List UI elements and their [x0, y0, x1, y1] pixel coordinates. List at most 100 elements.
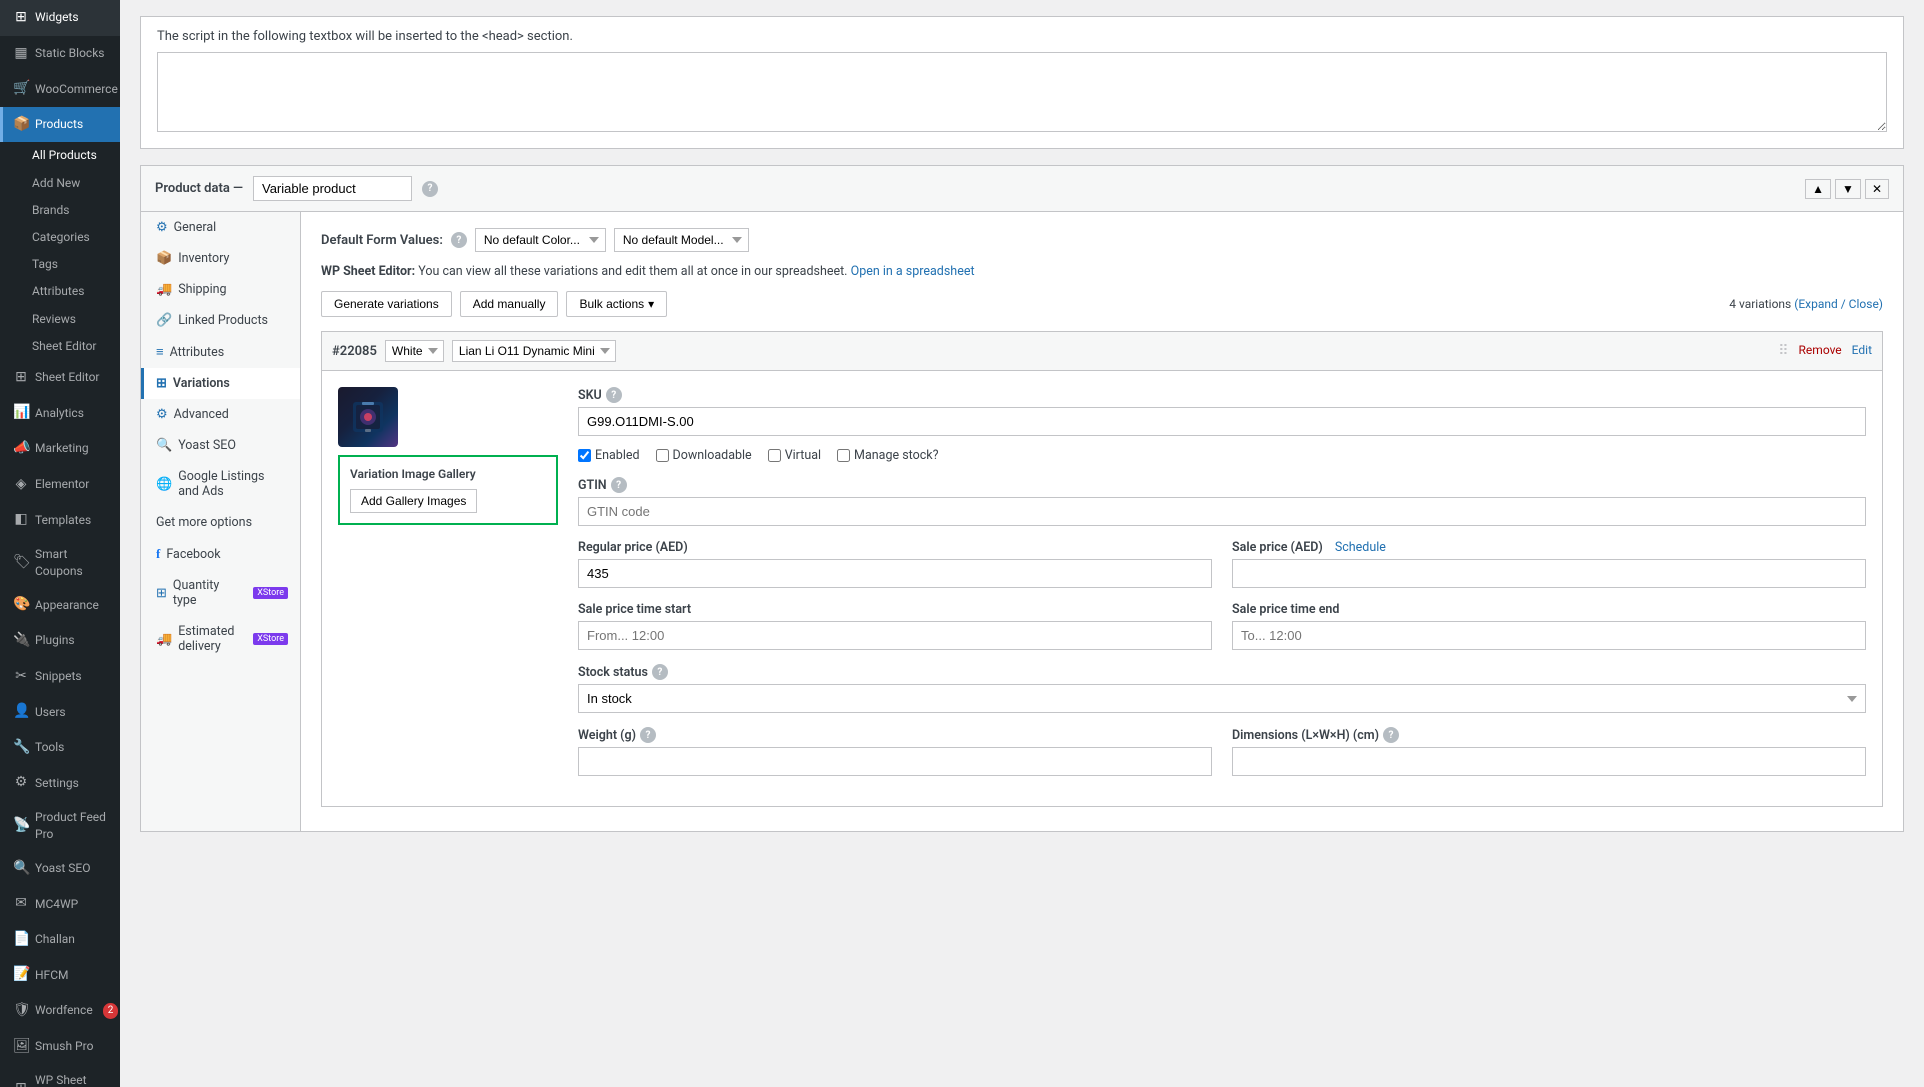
- collapse-up-button[interactable]: ▲: [1805, 179, 1831, 199]
- variation-image[interactable]: [338, 387, 398, 447]
- sidebar-item-plugins[interactable]: 🔌 Plugins: [0, 623, 120, 659]
- add-manually-button[interactable]: Add manually: [460, 291, 559, 317]
- tab-estimated-delivery[interactable]: 🚚 Estimated delivery XStore: [141, 616, 300, 662]
- sidebar-item-elementor[interactable]: ◈ Elementor: [0, 467, 120, 503]
- sidebar-item-product-feed-pro[interactable]: 📡 Product Feed Pro: [0, 801, 120, 851]
- script-textarea[interactable]: [157, 52, 1887, 132]
- collapse-buttons: ▲ ▼ ✕: [1805, 179, 1889, 199]
- close-button[interactable]: ✕: [1865, 179, 1889, 199]
- enabled-checkbox[interactable]: [578, 449, 591, 462]
- variation-remove-link[interactable]: Remove: [1799, 343, 1842, 359]
- regular-price-input[interactable]: [578, 559, 1212, 588]
- open-spreadsheet-link[interactable]: Open in a spreadsheet: [851, 264, 975, 279]
- weight-dimensions-row: Weight (g) ? Dimensions (L×W×H) (cm): [578, 727, 1866, 776]
- sale-end-input[interactable]: [1232, 621, 1866, 650]
- sidebar-item-smart-coupons[interactable]: 🏷 Smart Coupons: [0, 538, 120, 588]
- tab-yoast-seo[interactable]: 🔍 Yoast SEO: [141, 430, 300, 461]
- sidebar-item-static-blocks[interactable]: ▦ Static Blocks: [0, 36, 120, 72]
- add-gallery-images-button[interactable]: Add Gallery Images: [350, 489, 477, 513]
- regular-price-label: Regular price (AED): [578, 540, 1212, 555]
- sidebar-item-wordfence[interactable]: 🛡 Wordfence 2: [0, 993, 120, 1029]
- sidebar-item-products[interactable]: 📦 Products: [0, 107, 120, 143]
- variation-row: #22085 White Lian Li O11 Dynamic Mini ⠿ …: [321, 331, 1883, 807]
- dimensions-help-icon[interactable]: ?: [1383, 727, 1399, 743]
- sidebar-item-wp-sheet-editor[interactable]: ⊞ WP Sheet Editor: [0, 1064, 120, 1087]
- sidebar-item-widgets[interactable]: ⊞ Widgets: [0, 0, 120, 36]
- manage-stock-checkbox-label[interactable]: Manage stock?: [837, 448, 939, 463]
- tab-quantity-type[interactable]: ⊞ Quantity type XStore: [141, 570, 300, 616]
- stock-status-select[interactable]: In stock Out of stock On backorder: [578, 684, 1866, 713]
- sidebar-sub-categories[interactable]: Categories: [0, 224, 120, 251]
- sidebar-item-yoast-seo[interactable]: 🔍 Yoast SEO: [0, 851, 120, 887]
- tab-linked-products[interactable]: 🔗 Linked Products: [141, 305, 300, 336]
- sidebar-item-hfcm[interactable]: 📝 HFCM: [0, 957, 120, 993]
- sidebar-item-snippets[interactable]: ✂ Snippets: [0, 659, 120, 695]
- bulk-actions-button[interactable]: Bulk actions ▾: [566, 291, 667, 317]
- variation-model-select[interactable]: Lian Li O11 Dynamic Mini: [452, 340, 616, 362]
- tab-variations[interactable]: ⊞ Variations: [141, 368, 300, 399]
- sidebar-sub-attributes[interactable]: Attributes: [0, 278, 120, 305]
- sku-help-icon[interactable]: ?: [606, 387, 622, 403]
- expand-close-link[interactable]: (Expand / Close): [1794, 297, 1883, 311]
- downloadable-checkbox-label[interactable]: Downloadable: [656, 448, 752, 463]
- default-form-help-icon[interactable]: ?: [451, 232, 467, 248]
- sidebar-item-templates[interactable]: ◧ Templates: [0, 502, 120, 538]
- sidebar-item-appearance[interactable]: 🎨 Appearance: [0, 587, 120, 623]
- color-default-select[interactable]: No default Color...: [475, 228, 606, 252]
- drag-handle-icon: ⠿: [1778, 343, 1788, 359]
- sidebar-item-marketing[interactable]: 📣 Marketing: [0, 431, 120, 467]
- smart-coupons-icon: 🏷: [13, 553, 29, 573]
- tab-google-listings[interactable]: 🌐 Google Listings and Ads: [141, 461, 300, 507]
- sidebar-item-analytics[interactable]: 📊 Analytics: [0, 395, 120, 431]
- tab-attributes[interactable]: ≡ Attributes: [141, 336, 300, 368]
- tab-get-more-options[interactable]: Get more options: [141, 507, 300, 538]
- manage-stock-checkbox[interactable]: [837, 449, 850, 462]
- script-notice-text: The script in the following textbox will…: [157, 29, 1887, 44]
- tab-inventory[interactable]: 📦 Inventory: [141, 243, 300, 274]
- sale-start-input[interactable]: [578, 621, 1212, 650]
- variation-header: #22085 White Lian Li O11 Dynamic Mini ⠿ …: [322, 332, 1882, 371]
- sidebar-sub-all-products[interactable]: All Products: [0, 142, 120, 169]
- tab-general[interactable]: ⚙ General: [141, 212, 300, 243]
- sidebar-sub-brands[interactable]: Brands: [0, 197, 120, 224]
- sidebar-item-woocommerce[interactable]: 🛒 WooCommerce: [0, 71, 120, 107]
- variation-edit-link[interactable]: Edit: [1852, 343, 1872, 359]
- product-type-select[interactable]: Variable product Simple product Grouped …: [253, 176, 412, 201]
- sidebar-item-challan[interactable]: 📄 Challan: [0, 922, 120, 958]
- variations-tab-icon: ⊞: [156, 376, 167, 391]
- schedule-link[interactable]: Schedule: [1335, 540, 1386, 555]
- downloadable-checkbox[interactable]: [656, 449, 669, 462]
- weight-input[interactable]: [578, 747, 1212, 776]
- shipping-tab-icon: 🚚: [156, 282, 172, 297]
- generate-variations-button[interactable]: Generate variations: [321, 291, 452, 317]
- sidebar-sub-sheet-editor[interactable]: Sheet Editor: [0, 333, 120, 360]
- gtin-help-icon[interactable]: ?: [611, 477, 627, 493]
- virtual-checkbox-label[interactable]: Virtual: [768, 448, 821, 463]
- virtual-checkbox[interactable]: [768, 449, 781, 462]
- variation-color-select[interactable]: White: [385, 340, 444, 362]
- sidebar-item-smush-pro[interactable]: 🖼 Smush Pro: [0, 1029, 120, 1065]
- sku-input[interactable]: [578, 407, 1866, 436]
- tab-shipping[interactable]: 🚚 Shipping: [141, 274, 300, 305]
- wp-sheet-editor-icon: ⊞: [13, 1079, 29, 1087]
- sidebar-sub-add-new[interactable]: Add New: [0, 170, 120, 197]
- sidebar-sub-tags[interactable]: Tags: [0, 251, 120, 278]
- sidebar-item-sheet-editor[interactable]: ⊞ Sheet Editor: [0, 360, 120, 396]
- sidebar-item-users[interactable]: 👤 Users: [0, 694, 120, 730]
- product-type-help-icon[interactable]: ?: [422, 181, 438, 197]
- sidebar-sub-reviews[interactable]: Reviews: [0, 306, 120, 333]
- sidebar-item-tools[interactable]: 🔧 Tools: [0, 730, 120, 766]
- dimensions-input[interactable]: [1232, 747, 1866, 776]
- sale-end-field: Sale price time end: [1232, 602, 1866, 650]
- gtin-input[interactable]: [578, 497, 1866, 526]
- tab-facebook[interactable]: f Facebook: [141, 538, 300, 570]
- tab-advanced[interactable]: ⚙ Advanced: [141, 399, 300, 430]
- sale-price-input[interactable]: [1232, 559, 1866, 588]
- sidebar-item-mc4wp[interactable]: ✉ MC4WP: [0, 886, 120, 922]
- model-default-select[interactable]: No default Model...: [614, 228, 749, 252]
- enabled-checkbox-label[interactable]: Enabled: [578, 448, 640, 463]
- weight-help-icon[interactable]: ?: [640, 727, 656, 743]
- sidebar-item-settings[interactable]: ⚙ Settings: [0, 765, 120, 801]
- collapse-down-button[interactable]: ▼: [1835, 179, 1861, 199]
- stock-status-help-icon[interactable]: ?: [652, 664, 668, 680]
